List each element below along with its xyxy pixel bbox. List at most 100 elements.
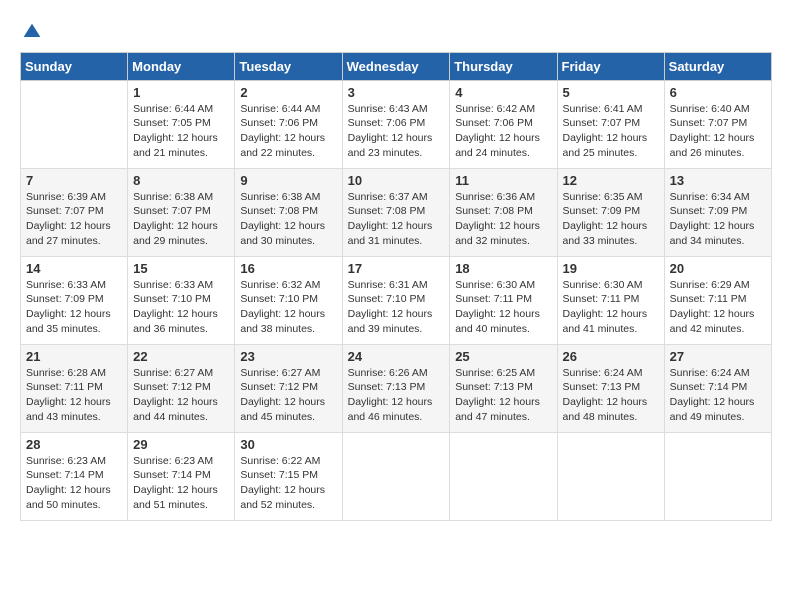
calendar-cell: 12 Sunrise: 6:35 AM Sunset: 7:09 PM Dayli…	[557, 168, 664, 256]
calendar-cell: 7 Sunrise: 6:39 AM Sunset: 7:07 PM Daylig…	[21, 168, 128, 256]
day-info: Sunrise: 6:38 AM Sunset: 7:07 PM Dayligh…	[133, 190, 229, 249]
calendar-table: SundayMondayTuesdayWednesdayThursdayFrid…	[20, 52, 772, 521]
logo	[20, 20, 42, 42]
calendar-cell: 22Sunrise: 6:27 AM Sunset: 7:12 PM Dayli…	[128, 344, 235, 432]
day-number: 24	[348, 349, 445, 364]
calendar-week-row: 1 Sunrise: 6:44 AM Sunset: 7:05 PM Daylig…	[21, 80, 772, 168]
calendar-header-row: SundayMondayTuesdayWednesdayThursdayFrid…	[21, 52, 772, 80]
day-number: 1	[133, 85, 229, 100]
day-info: Sunrise: 6:26 AM Sunset: 7:13 PM Dayligh…	[348, 366, 445, 425]
day-info: Sunrise: 6:44 AM Sunset: 7:06 PM Dayligh…	[240, 102, 336, 161]
calendar-cell	[21, 80, 128, 168]
header-monday: Monday	[128, 52, 235, 80]
header-thursday: Thursday	[450, 52, 557, 80]
day-info: Sunrise: 6:22 AM Sunset: 7:15 PM Dayligh…	[240, 454, 336, 513]
calendar-cell: 11 Sunrise: 6:36 AM Sunset: 7:08 PM Dayli…	[450, 168, 557, 256]
calendar-cell: 30Sunrise: 6:22 AM Sunset: 7:15 PM Dayli…	[235, 432, 342, 520]
day-number: 27	[670, 349, 766, 364]
calendar-cell: 9 Sunrise: 6:38 AM Sunset: 7:08 PM Daylig…	[235, 168, 342, 256]
day-info: Sunrise: 6:43 AM Sunset: 7:06 PM Dayligh…	[348, 102, 445, 161]
calendar-week-row: 21 Sunrise: 6:28 AM Sunset: 7:11 PM Dayli…	[21, 344, 772, 432]
calendar-cell: 16 Sunrise: 6:32 AM Sunset: 7:10 PM Dayli…	[235, 256, 342, 344]
day-number: 5	[563, 85, 659, 100]
calendar-cell: 25 Sunrise: 6:25 AM Sunset: 7:13 PM Dayli…	[450, 344, 557, 432]
calendar-cell: 3 Sunrise: 6:43 AM Sunset: 7:06 PM Daylig…	[342, 80, 450, 168]
day-info: Sunrise: 6:33 AM Sunset: 7:10 PM Dayligh…	[133, 278, 229, 337]
day-info: Sunrise: 6:31 AM Sunset: 7:10 PM Dayligh…	[348, 278, 445, 337]
day-info: Sunrise: 6:23 AM Sunset: 7:14 PM Dayligh…	[26, 454, 122, 513]
day-info: Sunrise: 6:35 AM Sunset: 7:09 PM Dayligh…	[563, 190, 659, 249]
calendar-cell	[664, 432, 771, 520]
calendar-cell: 2 Sunrise: 6:44 AM Sunset: 7:06 PM Daylig…	[235, 80, 342, 168]
header-sunday: Sunday	[21, 52, 128, 80]
day-number: 13	[670, 173, 766, 188]
calendar-cell: 15 Sunrise: 6:33 AM Sunset: 7:10 PM Dayli…	[128, 256, 235, 344]
day-info: Sunrise: 6:42 AM Sunset: 7:06 PM Dayligh…	[455, 102, 551, 161]
day-number: 29	[133, 437, 229, 452]
day-number: 3	[348, 85, 445, 100]
calendar-cell	[450, 432, 557, 520]
day-number: 21	[26, 349, 122, 364]
day-info: Sunrise: 6:28 AM Sunset: 7:11 PM Dayligh…	[26, 366, 122, 425]
calendar-cell: 1 Sunrise: 6:44 AM Sunset: 7:05 PM Daylig…	[128, 80, 235, 168]
calendar-cell: 4 Sunrise: 6:42 AM Sunset: 7:06 PM Daylig…	[450, 80, 557, 168]
day-number: 9	[240, 173, 336, 188]
calendar-cell: 10Sunrise: 6:37 AM Sunset: 7:08 PM Dayli…	[342, 168, 450, 256]
page-header	[20, 20, 772, 42]
day-info: Sunrise: 6:38 AM Sunset: 7:08 PM Dayligh…	[240, 190, 336, 249]
calendar-cell	[342, 432, 450, 520]
day-number: 11	[455, 173, 551, 188]
calendar-cell: 8 Sunrise: 6:38 AM Sunset: 7:07 PM Daylig…	[128, 168, 235, 256]
day-number: 17	[348, 261, 445, 276]
day-number: 6	[670, 85, 766, 100]
day-number: 23	[240, 349, 336, 364]
day-number: 12	[563, 173, 659, 188]
calendar-cell: 27 Sunrise: 6:24 AM Sunset: 7:14 PM Dayli…	[664, 344, 771, 432]
day-number: 20	[670, 261, 766, 276]
logo-icon	[22, 22, 42, 42]
day-info: Sunrise: 6:36 AM Sunset: 7:08 PM Dayligh…	[455, 190, 551, 249]
header-saturday: Saturday	[664, 52, 771, 80]
day-number: 15	[133, 261, 229, 276]
day-info: Sunrise: 6:30 AM Sunset: 7:11 PM Dayligh…	[455, 278, 551, 337]
calendar-cell: 24 Sunrise: 6:26 AM Sunset: 7:13 PM Dayli…	[342, 344, 450, 432]
day-number: 7	[26, 173, 122, 188]
calendar-cell: 17 Sunrise: 6:31 AM Sunset: 7:10 PM Dayli…	[342, 256, 450, 344]
header-friday: Friday	[557, 52, 664, 80]
calendar-cell: 21 Sunrise: 6:28 AM Sunset: 7:11 PM Dayli…	[21, 344, 128, 432]
header-tuesday: Tuesday	[235, 52, 342, 80]
day-info: Sunrise: 6:40 AM Sunset: 7:07 PM Dayligh…	[670, 102, 766, 161]
day-number: 10	[348, 173, 445, 188]
day-info: Sunrise: 6:33 AM Sunset: 7:09 PM Dayligh…	[26, 278, 122, 337]
calendar-cell: 18 Sunrise: 6:30 AM Sunset: 7:11 PM Dayli…	[450, 256, 557, 344]
calendar-cell: 29 Sunrise: 6:23 AM Sunset: 7:14 PM Dayli…	[128, 432, 235, 520]
day-info: Sunrise: 6:24 AM Sunset: 7:14 PM Dayligh…	[670, 366, 766, 425]
day-number: 28	[26, 437, 122, 452]
day-number: 8	[133, 173, 229, 188]
day-number: 26	[563, 349, 659, 364]
day-info: Sunrise: 6:30 AM Sunset: 7:11 PM Dayligh…	[563, 278, 659, 337]
day-info: Sunrise: 6:24 AM Sunset: 7:13 PM Dayligh…	[563, 366, 659, 425]
day-info: Sunrise: 6:44 AM Sunset: 7:05 PM Dayligh…	[133, 102, 229, 161]
day-number: 25	[455, 349, 551, 364]
day-info: Sunrise: 6:27 AM Sunset: 7:12 PM Dayligh…	[133, 366, 229, 425]
day-number: 18	[455, 261, 551, 276]
day-number: 2	[240, 85, 336, 100]
calendar-week-row: 7 Sunrise: 6:39 AM Sunset: 7:07 PM Daylig…	[21, 168, 772, 256]
day-info: Sunrise: 6:25 AM Sunset: 7:13 PM Dayligh…	[455, 366, 551, 425]
day-number: 4	[455, 85, 551, 100]
day-info: Sunrise: 6:29 AM Sunset: 7:11 PM Dayligh…	[670, 278, 766, 337]
day-info: Sunrise: 6:32 AM Sunset: 7:10 PM Dayligh…	[240, 278, 336, 337]
day-info: Sunrise: 6:39 AM Sunset: 7:07 PM Dayligh…	[26, 190, 122, 249]
day-info: Sunrise: 6:27 AM Sunset: 7:12 PM Dayligh…	[240, 366, 336, 425]
calendar-cell: 26 Sunrise: 6:24 AM Sunset: 7:13 PM Dayli…	[557, 344, 664, 432]
day-number: 16	[240, 261, 336, 276]
day-info: Sunrise: 6:23 AM Sunset: 7:14 PM Dayligh…	[133, 454, 229, 513]
day-number: 19	[563, 261, 659, 276]
calendar-cell: 5Sunrise: 6:41 AM Sunset: 7:07 PM Daylig…	[557, 80, 664, 168]
day-info: Sunrise: 6:34 AM Sunset: 7:09 PM Dayligh…	[670, 190, 766, 249]
calendar-week-row: 14Sunrise: 6:33 AM Sunset: 7:09 PM Dayli…	[21, 256, 772, 344]
header-wednesday: Wednesday	[342, 52, 450, 80]
calendar-cell: 28 Sunrise: 6:23 AM Sunset: 7:14 PM Dayli…	[21, 432, 128, 520]
calendar-cell	[557, 432, 664, 520]
